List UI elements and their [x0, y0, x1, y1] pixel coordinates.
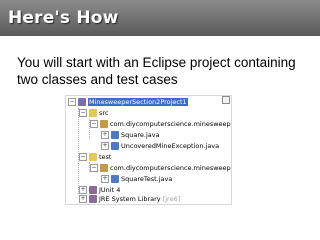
- java-file-icon: [111, 131, 119, 139]
- expand-icon[interactable]: +: [79, 186, 87, 194]
- library-icon: [89, 186, 97, 194]
- tree-item-label: Square.java: [121, 131, 160, 139]
- tree-item-uncovered-java[interactable]: + UncoveredMineException.java: [101, 141, 219, 152]
- tree-item-label: com.diycomputerscience.minesweeper: [110, 120, 232, 128]
- expand-icon[interactable]: +: [79, 195, 87, 203]
- source-folder-icon: [89, 153, 97, 161]
- tree-item-label: com.diycomputerscience.minesweeper: [110, 164, 232, 172]
- tree-item-label: MinesweeperSection2Project1: [88, 98, 188, 106]
- tree-guide-line: [78, 108, 79, 194]
- library-icon: [89, 195, 97, 203]
- slide-title-bar: Here's How: [0, 0, 320, 36]
- tree-item-label: JRE System Library: [99, 195, 161, 203]
- project-icon: [78, 98, 86, 106]
- java-file-icon: [111, 175, 119, 183]
- tree-item-project[interactable]: − MinesweeperSection2Project1: [68, 97, 188, 108]
- java-file-icon: [111, 142, 119, 150]
- tree-item-square-java[interactable]: + Square.java: [101, 130, 160, 141]
- expand-icon[interactable]: +: [101, 142, 109, 150]
- source-folder-icon: [89, 109, 97, 117]
- package-icon: [100, 164, 108, 172]
- tree-item-package-test[interactable]: − com.diycomputerscience.minesweeper: [90, 163, 232, 174]
- tree-item-label: SquareTest.java: [121, 175, 173, 183]
- tree-item-label: UncoveredMineException.java: [121, 142, 220, 150]
- collapse-icon[interactable]: −: [90, 164, 98, 172]
- tree-item-label: src: [99, 109, 109, 117]
- collapse-icon[interactable]: −: [79, 109, 87, 117]
- tree-item-package-main[interactable]: − com.diycomputerscience.minesweeper: [90, 119, 232, 130]
- expand-icon[interactable]: +: [101, 131, 109, 139]
- tree-item-suffix: [jre6]: [162, 195, 181, 203]
- tree-item-label: JUnit 4: [99, 186, 121, 194]
- tree-item-squaretest-java[interactable]: + SquareTest.java: [101, 174, 172, 185]
- view-menu-icon[interactable]: [222, 96, 230, 104]
- tree-item-jre[interactable]: + JRE System Library [jre6]: [79, 194, 181, 204]
- tree-item-label: test: [99, 153, 112, 161]
- collapse-icon[interactable]: −: [79, 153, 87, 161]
- collapse-icon[interactable]: −: [68, 98, 76, 106]
- eclipse-package-explorer: − MinesweeperSection2Project1 − src − com.d…: [65, 95, 232, 205]
- collapse-icon[interactable]: −: [90, 120, 98, 128]
- slide-body-text: You will start with an Eclipse project c…: [17, 55, 296, 87]
- slide-title: Here's How: [8, 8, 119, 28]
- expand-icon[interactable]: +: [101, 175, 109, 183]
- tree-item-src[interactable]: − src: [79, 108, 109, 119]
- tree-item-test[interactable]: − test: [79, 152, 111, 163]
- package-icon: [100, 120, 108, 128]
